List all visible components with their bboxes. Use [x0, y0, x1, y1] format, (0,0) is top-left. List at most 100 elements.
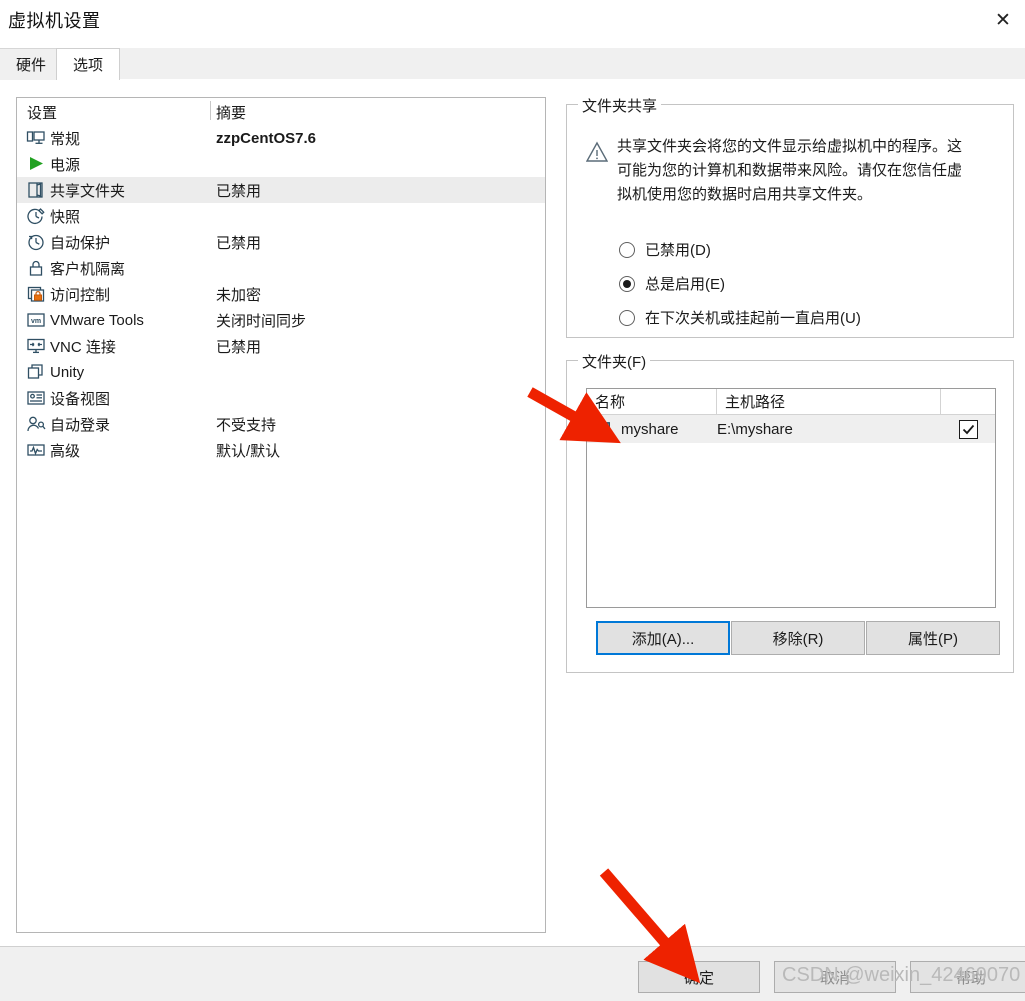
- folders-table-body: myshare E:\myshare: [587, 415, 995, 443]
- settings-list-item-12[interactable]: 自动登录 不受支持: [17, 411, 545, 437]
- settings-list-item-7[interactable]: 访问控制 未加密: [17, 281, 545, 307]
- snapshot-icon: [26, 206, 46, 226]
- settings-item-label: 常规: [50, 130, 81, 148]
- settings-item-summary: 默认/默认: [216, 442, 281, 460]
- svg-text:vm: vm: [31, 318, 41, 325]
- settings-list-item-9[interactable]: VNC 连接 已禁用: [17, 333, 545, 359]
- folder-properties-button[interactable]: 属性(P): [866, 621, 1000, 655]
- ok-button[interactable]: 确定: [638, 961, 760, 993]
- settings-list-item-3[interactable]: 共享文件夹 已禁用: [17, 177, 545, 203]
- device-view-icon: [26, 388, 46, 408]
- settings-item-summary: 未加密: [216, 286, 262, 304]
- folder-enabled-checkbox[interactable]: [958, 419, 978, 439]
- column-header-settings: 设置: [27, 105, 58, 122]
- settings-item-label: VMware Tools: [50, 311, 144, 329]
- monitor-icon: [26, 128, 46, 148]
- title-bar: 虚拟机设置 ✕: [0, 0, 1025, 44]
- settings-item-label: 访问控制: [50, 286, 111, 304]
- advanced-icon: [26, 440, 46, 460]
- autoprotect-icon: [26, 232, 46, 252]
- shared-folder-icon: [26, 180, 46, 200]
- vm-settings-dialog: 虚拟机设置 ✕ 硬件 选项 设置 摘要 常规 zzpCentOS7.6 电源 共享文件…: [0, 0, 1025, 1001]
- check-icon: [962, 424, 974, 434]
- header-divider: [210, 101, 211, 120]
- settings-list-item-5[interactable]: 自动保护 已禁用: [17, 229, 545, 255]
- column-header-summary: 摘要: [216, 105, 247, 122]
- vmware-tools-icon: vm: [26, 310, 46, 330]
- settings-list-header: 设置 摘要: [17, 98, 545, 124]
- folder-sharing-title: 文件夹共享: [578, 95, 662, 116]
- settings-item-label: Unity: [50, 363, 85, 381]
- column-header-host-path: 主机路径: [717, 389, 941, 415]
- folders-title: 文件夹(F): [578, 351, 651, 372]
- radio-disabled-indicator: [619, 241, 635, 258]
- tab-options[interactable]: 选项: [56, 48, 121, 80]
- settings-list-item-8[interactable]: vm VMware Tools 关闭时间同步: [17, 307, 545, 333]
- settings-list-item-13[interactable]: 高级 默认/默认: [17, 437, 545, 463]
- settings-item-summary: 已禁用: [216, 338, 262, 356]
- column-header-name: 名称: [587, 389, 717, 415]
- radio-always-enabled-label: 总是启用(E): [645, 276, 725, 293]
- ok-label: 确定: [683, 969, 714, 987]
- power-play-icon: [26, 154, 46, 174]
- settings-list-item-1[interactable]: 常规 zzpCentOS7.6: [17, 125, 545, 151]
- warning-triangle-icon: [586, 141, 608, 162]
- radio-until-shutdown-label: 在下次关机或挂起前一直启用(U): [645, 310, 861, 327]
- settings-list-panel: 设置 摘要 常规 zzpCentOS7.6 电源 共享文件夹 已禁用 快照 自动保护 已禁用客…: [16, 97, 546, 933]
- tab-hardware[interactable]: 硬件: [0, 48, 64, 80]
- radio-always-enabled-indicator: [619, 275, 635, 292]
- add-folder-label: 添加(A)...: [631, 630, 695, 648]
- autologin-icon: [26, 414, 46, 434]
- folders-table-header: 名称 主机路径: [587, 389, 995, 415]
- remove-folder-button[interactable]: 移除(R): [731, 621, 865, 655]
- radio-until-shutdown-indicator: [619, 309, 635, 326]
- folder-enabled-cell[interactable]: [941, 415, 995, 443]
- folder-icon: [595, 420, 613, 438]
- settings-list-item-10[interactable]: Unity: [17, 359, 545, 385]
- folder-properties-label: 属性(P): [908, 630, 958, 648]
- settings-list-item-11[interactable]: 设备视图: [17, 385, 545, 411]
- access-control-icon: [26, 284, 46, 304]
- lock-icon: [26, 258, 46, 278]
- settings-list-item-2[interactable]: 电源: [17, 151, 545, 177]
- settings-list-item-4[interactable]: 快照: [17, 203, 545, 229]
- folder-sharing-warning-text: 共享文件夹会将您的文件显示给虚拟机中的程序。这可能为您的计算机和数据带来风险。请…: [617, 138, 963, 203]
- settings-item-label: 自动保护: [50, 234, 111, 252]
- cancel-label: 取消: [819, 969, 850, 987]
- settings-item-summary: 已禁用: [216, 234, 262, 252]
- radio-disabled-label: 已禁用(D): [645, 242, 711, 259]
- unity-icon: [26, 362, 46, 382]
- close-icon[interactable]: ✕: [985, 4, 1021, 36]
- settings-item-summary: 不受支持: [216, 416, 277, 434]
- settings-item-summary: 已禁用: [216, 182, 262, 200]
- help-label: 帮助: [955, 969, 986, 987]
- radio-always-enabled[interactable]: 总是启用(E): [619, 273, 725, 294]
- radio-until-shutdown[interactable]: 在下次关机或挂起前一直启用(U): [619, 307, 861, 328]
- settings-list-item-6[interactable]: 客户机隔离: [17, 255, 545, 281]
- column-header-enabled: [941, 389, 995, 415]
- add-folder-button[interactable]: 添加(A)...: [596, 621, 730, 655]
- radio-disabled[interactable]: 已禁用(D): [619, 239, 711, 260]
- help-button[interactable]: 帮助: [910, 961, 1025, 993]
- settings-rows: 常规 zzpCentOS7.6 电源 共享文件夹 已禁用 快照 自动保护 已禁用 客户机隔离 访问…: [17, 125, 545, 463]
- folder-host-path: E:\myshare: [717, 420, 793, 438]
- settings-item-label: 共享文件夹: [50, 182, 126, 200]
- settings-item-label: 客户机隔离: [50, 260, 126, 278]
- remove-folder-label: 移除(R): [772, 630, 824, 648]
- settings-item-label: 快照: [50, 208, 81, 226]
- folder-sharing-group: 文件夹共享 共享文件夹会将您的文件显示给虚拟机中的程序。这可能为您的计算机和数据…: [566, 95, 1014, 338]
- vnc-icon: [26, 336, 46, 356]
- tab-strip: 硬件 选项: [0, 48, 1025, 80]
- settings-item-summary: 关闭时间同步: [216, 312, 307, 330]
- tab-options-label: 选项: [73, 57, 104, 74]
- cancel-button[interactable]: 取消: [774, 961, 896, 993]
- page-title: 虚拟机设置: [8, 11, 101, 31]
- settings-item-label: 设备视图: [50, 390, 111, 408]
- settings-item-label: 电源: [50, 156, 81, 174]
- settings-item-summary: zzpCentOS7.6: [216, 129, 317, 147]
- settings-item-label: VNC 连接: [50, 338, 116, 356]
- folders-table[interactable]: 名称 主机路径 myshare E:\myshare: [586, 388, 996, 608]
- folder-name: myshare: [621, 420, 679, 438]
- table-row[interactable]: myshare E:\myshare: [587, 415, 995, 443]
- settings-item-label: 高级: [50, 442, 81, 460]
